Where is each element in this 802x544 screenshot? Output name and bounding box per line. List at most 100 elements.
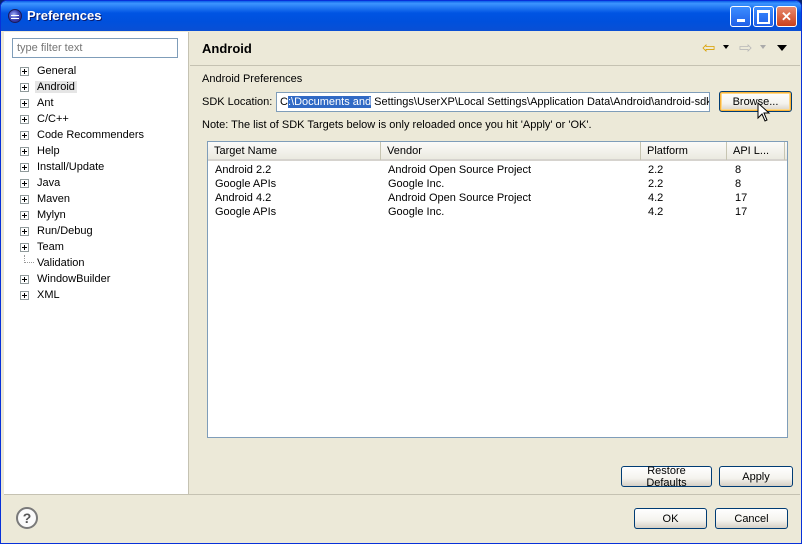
forward-history-dropdown-icon[interactable] [760, 45, 766, 49]
sdk-targets-table[interactable]: Target Name Vendor Platform API L... And… [207, 141, 788, 438]
sdk-value-pre: C [280, 96, 288, 108]
expand-plus-icon[interactable] [20, 211, 29, 220]
preference-tree: General Android Ant C/C++ Code Recommenders H… [18, 63, 146, 303]
tree-item-label: Install/Update [37, 161, 105, 173]
tree-item-windowbuilder[interactable]: WindowBuilder [18, 271, 146, 287]
page-title: Android [202, 41, 252, 56]
expand-plus-icon[interactable] [20, 83, 29, 92]
tree-item-label: General [37, 65, 77, 77]
column-platform[interactable]: Platform [641, 142, 727, 160]
tree-item-label: WindowBuilder [37, 273, 111, 285]
expand-plus-icon[interactable] [20, 163, 29, 172]
expand-plus-icon[interactable] [20, 275, 29, 284]
column-target-name[interactable]: Target Name [208, 142, 381, 160]
tree-item-install-update[interactable]: Install/Update [18, 159, 146, 175]
table-cell: Google APIs [215, 206, 277, 218]
tree-item-label: Mylyn [37, 209, 66, 221]
forward-arrow-icon[interactable]: ⇨ [739, 41, 752, 57]
table-cell: 2.2 [648, 164, 664, 176]
page-header: Android ⇦ ⇨ [190, 32, 800, 66]
table-cell: Google APIs [215, 178, 277, 190]
table-cell: 8 [735, 178, 742, 190]
tree-item-c-c-[interactable]: C/C++ [18, 111, 146, 127]
expand-plus-icon[interactable] [20, 291, 29, 300]
table-cell: Android 2.2 [215, 164, 272, 176]
table-cell: Android Open Source Project [388, 192, 532, 204]
cancel-button[interactable]: Cancel [715, 508, 788, 529]
table-row[interactable]: Google APIs Google Inc. 4.2 17 [208, 205, 787, 219]
expand-plus-icon[interactable] [20, 147, 29, 156]
table-row[interactable]: Android 2.2 Android Open Source Project 2.… [208, 163, 787, 177]
tree-item-run-debug[interactable]: Run/Debug [18, 223, 146, 239]
table-cell: 17 [735, 192, 748, 204]
preference-page: Android ⇦ ⇨ Android Preferences SDK Loca… [190, 32, 800, 494]
back-arrow-icon[interactable]: ⇦ [702, 41, 715, 57]
table-cell: Android 4.2 [215, 192, 272, 204]
filter-input[interactable] [12, 38, 178, 58]
title-bar[interactable]: Preferences [1, 1, 801, 31]
tree-item-label: Help [37, 145, 60, 157]
expand-plus-icon[interactable] [20, 115, 29, 124]
tree-item-label: Ant [37, 97, 54, 109]
expand-plus-icon[interactable] [20, 195, 29, 204]
browse-button[interactable]: Browse... [719, 91, 792, 112]
sdk-value-selected: :\Documents and [287, 96, 372, 108]
preferences-window: Preferences General Android Ant C/C++ Code R… [0, 0, 802, 544]
apply-button[interactable]: Apply [719, 466, 793, 487]
table-row[interactable]: Google APIs Google Inc. 2.2 8 [208, 177, 787, 191]
view-menu-icon[interactable] [777, 45, 787, 51]
column-vendor[interactable]: Vendor [381, 142, 641, 160]
sdk-location-label: SDK Location: [202, 96, 273, 108]
column-api-level[interactable]: API L... [727, 142, 785, 160]
tree-item-label: Code Recommenders [37, 129, 144, 141]
tree-item-label: Android [35, 81, 77, 93]
reload-note: Note: The list of SDK Targets below is o… [202, 119, 592, 131]
table-body: Android 2.2 Android Open Source Project 2.… [208, 163, 787, 219]
sdk-value-post: Settings\UserXP\Local Settings\Applicati… [371, 96, 710, 108]
help-icon[interactable]: ? [16, 507, 38, 529]
tree-item-validation[interactable]: Validation [18, 255, 146, 271]
tree-item-label: Run/Debug [37, 225, 93, 237]
window-title: Preferences [27, 8, 102, 23]
tree-item-xml[interactable]: XML [18, 287, 146, 303]
preference-tree-panel: General Android Ant C/C++ Code Recommenders H… [4, 32, 189, 494]
dialog-footer: ? OK Cancel [4, 494, 800, 542]
table-cell: 4.2 [648, 192, 664, 204]
minimize-button[interactable] [730, 6, 751, 27]
expand-plus-icon[interactable] [20, 67, 29, 76]
expand-plus-icon[interactable] [20, 131, 29, 140]
tree-item-help[interactable]: Help [18, 143, 146, 159]
tree-item-label: Maven [37, 193, 71, 205]
tree-item-mylyn[interactable]: Mylyn [18, 207, 146, 223]
tree-item-team[interactable]: Team [18, 239, 146, 255]
tree-item-code-recommenders[interactable]: Code Recommenders [18, 127, 146, 143]
tree-item-java[interactable]: Java [18, 175, 146, 191]
table-cell: 8 [735, 164, 742, 176]
ok-button[interactable]: OK [634, 508, 707, 529]
expand-plus-icon[interactable] [20, 179, 29, 188]
restore-defaults-button[interactable]: Restore Defaults [621, 465, 712, 489]
tree-item-label: Java [37, 177, 61, 189]
close-button[interactable] [776, 6, 797, 27]
back-history-dropdown-icon[interactable] [723, 45, 729, 49]
table-cell: 4.2 [648, 206, 664, 218]
table-row[interactable]: Android 4.2 Android Open Source Project 4.… [208, 191, 787, 205]
maximize-button[interactable] [753, 6, 774, 27]
tree-item-label: XML [37, 289, 60, 301]
table-cell: Google Inc. [388, 178, 445, 190]
eclipse-icon [8, 9, 22, 23]
expand-plus-icon[interactable] [20, 99, 29, 108]
tree-item-label: Validation [37, 257, 85, 269]
sdk-location-input[interactable]: C:\Documents and Settings\UserXP\Local S… [276, 92, 710, 112]
table-cell: Android Open Source Project [388, 164, 532, 176]
tree-connector [24, 255, 34, 263]
table-cell: Google Inc. [388, 206, 445, 218]
tree-item-android[interactable]: Android [18, 79, 146, 95]
tree-item-ant[interactable]: Ant [18, 95, 146, 111]
tree-item-maven[interactable]: Maven [18, 191, 146, 207]
section-label: Android Preferences [202, 73, 303, 85]
tree-item-general[interactable]: General [18, 63, 146, 79]
expand-plus-icon[interactable] [20, 243, 29, 252]
expand-plus-icon[interactable] [20, 227, 29, 236]
table-cell: 17 [735, 206, 748, 218]
